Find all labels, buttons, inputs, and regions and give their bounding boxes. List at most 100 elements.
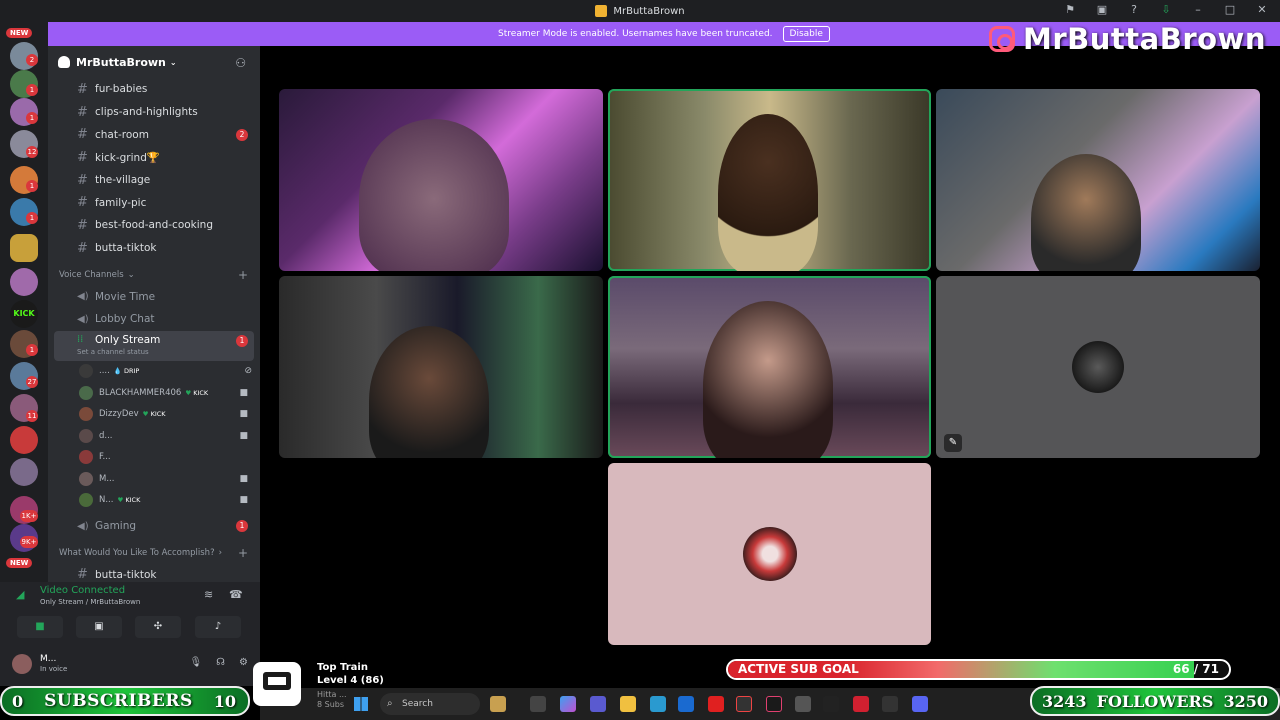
- video-tile-camera-off[interactable]: [936, 276, 1260, 458]
- avatar: [79, 450, 93, 465]
- edge-icon[interactable]: [650, 696, 666, 712]
- channel-status-text[interactable]: Set a channel status: [77, 348, 149, 356]
- participant-video: [703, 301, 833, 458]
- maximize-icon[interactable]: □: [1222, 3, 1238, 16]
- video-tile[interactable]: [279, 276, 603, 458]
- app-icon[interactable]: [490, 696, 506, 712]
- server-icon[interactable]: [10, 268, 38, 296]
- store-icon[interactable]: [678, 696, 694, 712]
- capcut-icon[interactable]: [882, 696, 898, 712]
- channel-family-pic[interactable]: # family-pic: [48, 191, 260, 214]
- youtube-icon[interactable]: [708, 696, 724, 712]
- soundboard-button[interactable]: ♪: [195, 616, 241, 638]
- video-tile-speaking[interactable]: [608, 89, 931, 271]
- obs-icon[interactable]: [795, 696, 811, 712]
- camera-button[interactable]: ■: [17, 616, 63, 638]
- video-tile-speaking[interactable]: [608, 276, 931, 458]
- server-icon[interactable]: [10, 458, 38, 486]
- voice-user[interactable]: DizzyDev ♥ KICK ■: [48, 404, 260, 426]
- chevron-down-icon: ⌄: [169, 57, 177, 67]
- tiktok-icon[interactable]: [766, 696, 782, 712]
- channel-the-village[interactable]: # the-village: [48, 169, 260, 192]
- server-badge: 1K+: [20, 510, 38, 522]
- channel-fur-babies[interactable]: # fur-babies: [48, 78, 260, 101]
- window-title: MrButtaBrown: [613, 5, 685, 17]
- voice-user[interactable]: .... 💧 DRIP ⊘: [48, 361, 260, 383]
- foxy-redhead-avatar: [743, 527, 797, 581]
- disconnect-icon[interactable]: ☎: [229, 588, 243, 601]
- windows-start-icon[interactable]: [354, 697, 368, 711]
- minimize-icon[interactable]: –: [1190, 3, 1206, 16]
- file-explorer-icon[interactable]: [620, 696, 636, 712]
- terminal-icon[interactable]: [736, 696, 752, 712]
- server-icon[interactable]: [10, 426, 38, 454]
- inbox-icon[interactable]: ⚑: [1062, 3, 1078, 16]
- kick-server-icon[interactable]: KICK: [10, 300, 38, 328]
- followers-current: 3243: [1042, 691, 1087, 711]
- video-tile[interactable]: [936, 89, 1260, 271]
- noise-suppression-icon[interactable]: ≋: [204, 588, 213, 601]
- mic-off-icon: ⊘: [244, 366, 252, 377]
- disable-streamer-mode-button[interactable]: Disable: [782, 26, 830, 42]
- avatar[interactable]: [12, 654, 32, 674]
- voice-user[interactable]: N... ♥ KICK ■: [48, 490, 260, 512]
- voice-channel-only-stream[interactable]: ⁞⁞ Only Stream Set a channel status 1: [54, 330, 254, 361]
- server-badge: 1: [26, 180, 38, 192]
- voice-channel-lobby-chat[interactable]: ◀) Lobby Chat: [48, 308, 260, 331]
- copilot-icon[interactable]: [560, 696, 576, 712]
- microphone-icon[interactable]: 🎙: [189, 657, 202, 668]
- avatar: [79, 428, 93, 443]
- speaker-icon: ◀): [77, 291, 89, 303]
- activities-button[interactable]: ✣: [135, 616, 181, 638]
- video-tile-camera-off[interactable]: [608, 463, 931, 645]
- voice-user[interactable]: BLACKHAMMER406 ♥ KICK ■: [48, 382, 260, 404]
- gear-icon[interactable]: ⚙: [239, 657, 248, 668]
- channel-butta-tiktok-2[interactable]: # butta-tiktok: [48, 564, 260, 582]
- channel-chat-room[interactable]: # chat-room 2: [48, 123, 260, 146]
- taskbar-search[interactable]: ⌕ Search: [380, 693, 480, 715]
- headphones-icon[interactable]: ☊: [216, 657, 225, 668]
- subscribers-goal: 10: [213, 691, 236, 711]
- user-tag-text: KICK: [125, 496, 141, 505]
- avatar: [79, 364, 93, 379]
- voice-channel-movie-time[interactable]: ◀) Movie Time: [48, 286, 260, 309]
- invite-people-icon[interactable]: ⚇: [235, 56, 246, 70]
- download-icon[interactable]: ⇩: [1158, 3, 1174, 16]
- voice-user[interactable]: F...: [48, 447, 260, 469]
- screen-icon[interactable]: ▣: [1094, 3, 1110, 16]
- voice-channel-gaming[interactable]: ◀) Gaming 1: [48, 515, 260, 538]
- avatar: [79, 385, 93, 400]
- category-voice-channels[interactable]: Voice Channels ⌄ +: [48, 264, 260, 286]
- call-of-duty-icon[interactable]: [823, 696, 839, 712]
- create-channel-icon[interactable]: +: [238, 546, 248, 560]
- video-tile[interactable]: [279, 89, 603, 271]
- server-icon[interactable]: [10, 234, 38, 262]
- server-header[interactable]: MrButtaBrown ⌄ ⚇: [48, 46, 260, 78]
- camera-icon: ■: [239, 409, 248, 420]
- app-icon[interactable]: [853, 696, 869, 712]
- create-channel-icon[interactable]: +: [238, 268, 248, 282]
- app-icon[interactable]: [530, 696, 546, 712]
- category-label: Voice Channels: [59, 269, 124, 280]
- channel-best-food-and-cooking[interactable]: # best-food-and-cooking: [48, 214, 260, 237]
- voice-user[interactable]: M... ■: [48, 468, 260, 490]
- channel-butta-tiktok[interactable]: # butta-tiktok: [48, 237, 260, 260]
- teams-icon[interactable]: [590, 696, 606, 712]
- participant-video: [1031, 154, 1141, 271]
- close-icon[interactable]: ✕: [1254, 3, 1270, 16]
- voice-location[interactable]: Only Stream / MrButtaBrown: [40, 598, 140, 606]
- green-heart-icon: ♥: [117, 496, 124, 505]
- screen-share-button[interactable]: ▣: [76, 616, 122, 638]
- server-badge: 1: [26, 344, 38, 356]
- instagram-overlay: MrButtaBrown: [989, 22, 1266, 56]
- signal-icon[interactable]: ◢: [16, 588, 24, 601]
- voice-user[interactable]: d... ■: [48, 425, 260, 447]
- search-placeholder: Search: [402, 699, 433, 709]
- mic-off-icon: ✎: [944, 434, 962, 452]
- help-icon[interactable]: ?: [1126, 3, 1142, 16]
- green-heart-icon: ♥: [185, 388, 192, 397]
- channel-kick-grind[interactable]: # kick-grind🏆: [48, 146, 260, 169]
- discord-icon[interactable]: [912, 696, 928, 712]
- channel-clips-and-highlights[interactable]: # clips-and-highlights: [48, 101, 260, 124]
- category-accomplish[interactable]: What Would You Like To Accomplish? › +: [48, 542, 260, 564]
